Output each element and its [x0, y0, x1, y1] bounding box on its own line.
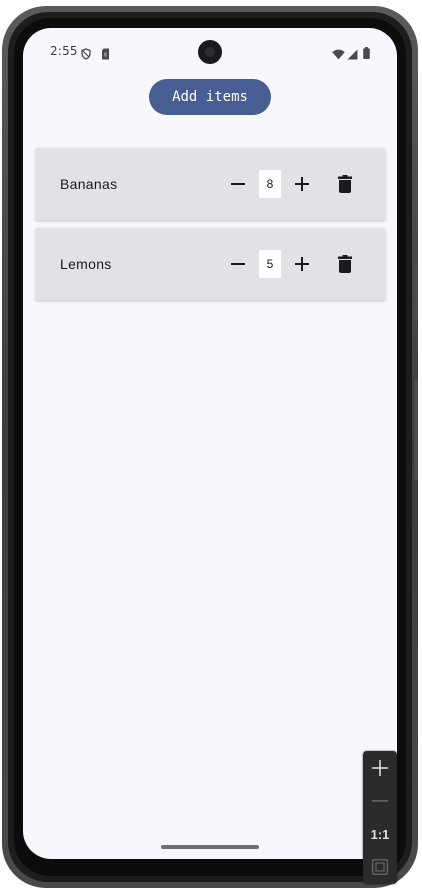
list-item: Lemons 5	[36, 228, 385, 300]
trash-icon	[338, 255, 352, 273]
plus-icon	[372, 760, 388, 776]
fit-screen-icon	[372, 859, 388, 875]
add-items-button[interactable]: Add items	[149, 79, 271, 115]
minus-icon	[231, 263, 245, 265]
zoom-in-button[interactable]	[363, 753, 397, 783]
trash-icon	[338, 175, 352, 193]
sim-card-icon	[100, 45, 111, 64]
quantity-field[interactable]: 5	[259, 250, 281, 278]
minus-icon	[372, 800, 388, 802]
quantity-field[interactable]: 8	[259, 170, 281, 198]
status-time: 2:55	[50, 44, 78, 58]
emulator-stage: 2:55 Add items Bananas 8 Lemons 5 1:1	[0, 0, 422, 893]
app-screen: 2:55 Add items Bananas 8 Lemons 5	[23, 28, 397, 859]
zoom-controls: 1:1	[363, 751, 397, 884]
zoom-ratio-button[interactable]: 1:1	[363, 819, 397, 849]
item-name: Bananas	[60, 176, 118, 192]
volume-button	[414, 262, 418, 322]
battery-icon	[363, 44, 370, 63]
item-name: Lemons	[60, 256, 112, 272]
cell-signal-icon	[347, 45, 358, 64]
minus-icon	[231, 183, 245, 185]
decrement-button[interactable]	[226, 252, 250, 276]
list-item: Bananas 8	[36, 148, 385, 220]
zoom-out-button[interactable]	[363, 786, 397, 816]
shield-icon	[80, 45, 92, 64]
zoom-ratio-label: 1:1	[370, 826, 390, 842]
wifi-icon	[332, 45, 345, 64]
increment-button[interactable]	[290, 172, 314, 196]
fit-screen-button[interactable]	[363, 852, 397, 882]
increment-button[interactable]	[290, 252, 314, 276]
front-camera	[198, 40, 222, 64]
delete-button[interactable]	[333, 172, 357, 196]
plus-icon	[295, 257, 309, 271]
delete-button[interactable]	[333, 252, 357, 276]
decrement-button[interactable]	[226, 172, 250, 196]
plus-icon	[295, 177, 309, 191]
gesture-nav-handle[interactable]	[161, 845, 259, 849]
power-button	[414, 380, 418, 480]
status-bar: 2:55	[23, 28, 397, 74]
